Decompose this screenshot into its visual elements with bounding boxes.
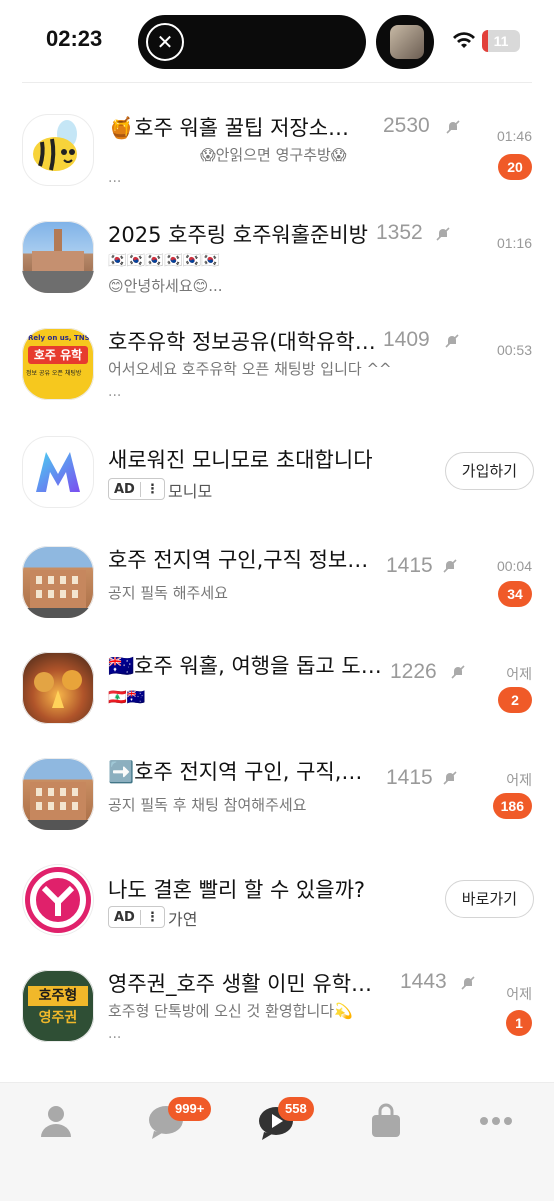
mute-icon (436, 227, 450, 241)
chat-list-item[interactable]: Rely on us, TNS! 호주 유학 정보 공유 오픈 채팅방 호주유학… (0, 328, 554, 432)
chat-preview-more: ... (108, 170, 122, 186)
chat-title: 2025 호주링 호주워홀준비방 (108, 223, 368, 247)
chat-time: 00:04 (496, 558, 532, 574)
chat-time: 어제 (506, 666, 532, 682)
chat-preview: 😱안읽으면 영구추방😱 (200, 146, 347, 164)
avatar-caption: 정보 공유 오픈 채팅방 (26, 370, 82, 377)
chat-preview-more: ... (108, 384, 122, 400)
chat-title: ➡️호주 전지역 구인, 구직,… (108, 760, 363, 784)
chat-time: 01:16 (496, 235, 532, 251)
unread-badge: 186 (492, 793, 532, 819)
top-divider (22, 82, 532, 83)
avatar-caption: 호주형 (28, 986, 88, 1006)
go-button[interactable]: 바로가기 (444, 880, 534, 918)
mute-icon (461, 976, 475, 990)
x-app-icon: ✕ (146, 23, 184, 61)
chat-title: 영주권_호주 생활 이민 유학… (108, 972, 373, 996)
chat-title: 호주유학 정보공유(대학유학… (108, 330, 376, 354)
chat-time: 어제 (506, 986, 532, 1002)
chat-preview: 공지 필독 후 채팅 참여해주세요 (108, 796, 307, 814)
member-count: 1415 (386, 554, 433, 577)
ad-tag[interactable]: AD ⋮ (108, 906, 165, 928)
unread-badge: 1 (506, 1010, 532, 1036)
chat-preview: 🇱🇧🇦🇺 (108, 688, 146, 706)
chat-title: 🇦🇺호주 워홀, 여행을 돕고 도… (108, 654, 382, 678)
chat-list-item[interactable]: 호주 전지역 구인,구직 정보… 1415 공지 필독 해주세요 00:04 3… (0, 546, 554, 650)
openchat-unread-badge: 558 (278, 1097, 314, 1121)
status-bar: 02:23 ✕ 11 (0, 0, 554, 84)
chat-preview-line2: 😊안녕하세요😊... (108, 277, 223, 295)
dynamic-island[interactable]: ✕ (138, 15, 366, 69)
ad-title: 나도 결혼 빨리 할 수 있을까? (108, 878, 366, 902)
chat-avatar (22, 114, 94, 186)
chat-preview-more: ... (108, 1026, 122, 1042)
unread-badge: 2 (498, 687, 532, 713)
mute-icon (451, 665, 465, 679)
ad-advertiser: 가연 (168, 910, 198, 929)
ad-menu-icon: ⋮ (139, 909, 164, 925)
chat-list-item[interactable]: 2025 호주링 호주워홀준비방 1352 🇰🇷🇰🇷🇰🇷🇰🇷🇰🇷🇰🇷 😊안녕하세… (0, 221, 554, 325)
ad-avatar (22, 864, 94, 936)
activity-thumbnail (390, 25, 424, 59)
mute-icon (443, 771, 457, 785)
member-count: 1415 (386, 766, 433, 789)
chat-list-item[interactable]: 🍯호주 워홀 꿀팁 저장소… 2530 😱안읽으면 영구추방😱 ... 01:4… (0, 114, 554, 218)
unread-badge: 20 (498, 154, 532, 180)
chat-preview: 공지 필독 해주세요 (108, 584, 228, 602)
chat-time: 00:53 (496, 342, 532, 358)
chat-list-item[interactable]: 호주형 영주권 영주권_호주 생활 이민 유학… 1443 호주형 단톡방에 오… (0, 970, 554, 1074)
ad-tag[interactable]: AD ⋮ (108, 478, 165, 500)
mute-icon (446, 120, 460, 134)
member-count: 2530 (383, 114, 430, 137)
friends-tab-icon[interactable] (36, 1101, 76, 1141)
ad-title: 새로워진 모니모로 초대합니다 (108, 448, 373, 472)
chat-preview: 어서오세요 호주유학 오픈 채팅방 입니다 ^^ (108, 360, 392, 378)
battery-icon: 11 (482, 30, 520, 52)
avatar-caption: 호주 유학 (28, 346, 88, 364)
chat-avatar: Rely on us, TNS! 호주 유학 정보 공유 오픈 채팅방 (22, 328, 94, 400)
ad-list-item[interactable]: 나도 결혼 빨리 할 수 있을까? AD ⋮ 가연 바로가기 (0, 864, 554, 968)
chat-avatar (22, 546, 94, 618)
chat-avatar (22, 758, 94, 830)
member-count: 1443 (400, 970, 447, 993)
bottom-tab-bar: 999+ 558 (0, 1082, 554, 1201)
chat-avatar (22, 652, 94, 724)
wifi-icon (453, 32, 475, 48)
chats-unread-badge: 999+ (168, 1097, 212, 1121)
more-tab-icon[interactable] (476, 1101, 516, 1141)
chat-list-item[interactable]: ➡️호주 전지역 구인, 구직,… 1415 공지 필독 후 채팅 참여해주세요… (0, 758, 554, 862)
media-activity[interactable] (376, 15, 434, 69)
chat-time: 어제 (506, 772, 532, 788)
join-button[interactable]: 가입하기 (444, 452, 534, 490)
chat-avatar: 호주형 영주권 (22, 970, 94, 1042)
mute-icon (443, 559, 457, 573)
chat-preview: 🇰🇷🇰🇷🇰🇷🇰🇷🇰🇷🇰🇷 (108, 251, 221, 269)
member-count: 1409 (383, 328, 430, 351)
avatar-caption: Rely on us, TNS! (28, 334, 93, 342)
member-count: 1226 (390, 660, 437, 683)
ad-advertiser: 모니모 (168, 482, 213, 501)
avatar-caption: 영주권 (38, 1010, 78, 1026)
chat-avatar (22, 221, 94, 293)
mute-icon (445, 334, 459, 348)
chat-title: 🍯호주 워홀 꿀팁 저장소… (108, 116, 350, 140)
member-count: 1352 (376, 221, 423, 244)
ad-list-item[interactable]: 새로워진 모니모로 초대합니다 AD ⋮ 모니모 가입하기 (0, 436, 554, 540)
chat-title: 호주 전지역 구인,구직 정보… (108, 548, 368, 572)
chat-list-item[interactable]: 🇦🇺호주 워홀, 여행을 돕고 도… 1226 🇱🇧🇦🇺 어제 2 (0, 652, 554, 756)
status-time: 02:23 (46, 26, 103, 51)
unread-badge: 34 (498, 581, 532, 607)
shopping-tab-icon[interactable] (366, 1101, 406, 1141)
ad-menu-icon: ⋮ (139, 481, 164, 497)
chat-preview: 호주형 단톡방에 오신 것 환영합니다💫 (108, 1002, 353, 1020)
ad-avatar (22, 436, 94, 508)
chat-time: 01:46 (496, 128, 532, 144)
